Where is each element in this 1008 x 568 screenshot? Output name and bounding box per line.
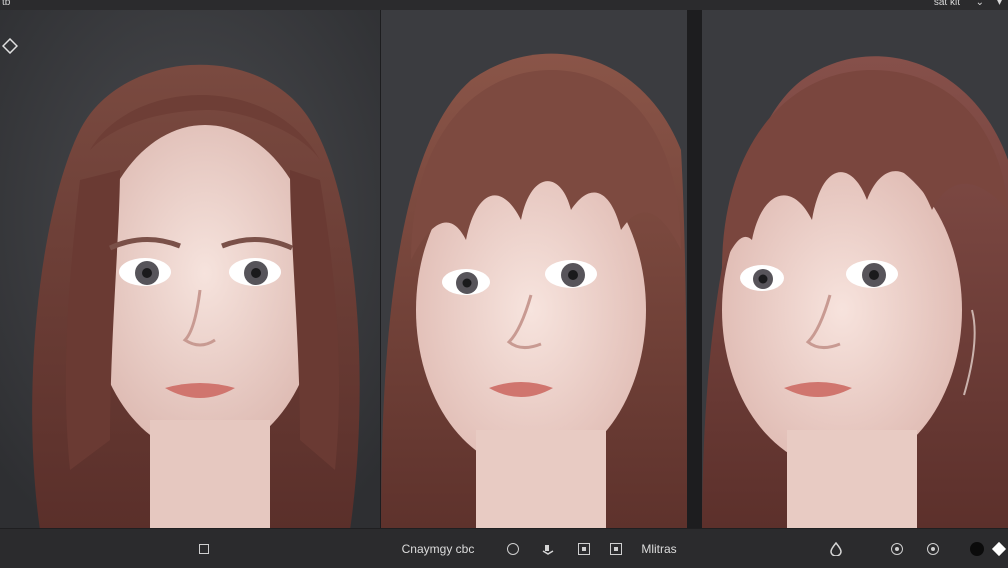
color-white-icon xyxy=(991,541,1007,556)
bottom-toolbar: Cnaymgy cbc Mlitras xyxy=(0,528,1008,568)
color-black-button[interactable] xyxy=(967,529,987,568)
portrait-image-2 xyxy=(381,10,687,528)
top-bar: tb sat kit ⌄ ▾ xyxy=(0,0,1008,10)
fill-dot-icon xyxy=(891,542,903,555)
left-caption: Cnaymgy cbc xyxy=(401,541,475,556)
portrait-image-1 xyxy=(0,10,380,528)
right-caption: Mlitras xyxy=(641,541,677,556)
right-caption-button[interactable]: Mlitras xyxy=(634,529,684,568)
pin-icon[interactable]: ▾ xyxy=(997,0,1002,8)
square-button[interactable] xyxy=(194,529,214,568)
diamond-outline-icon[interactable] xyxy=(2,38,18,54)
frame-button-2[interactable] xyxy=(606,529,626,568)
portrait-panel-1[interactable] xyxy=(0,10,380,528)
color-white-button[interactable] xyxy=(990,529,1008,568)
left-caption-button[interactable]: Cnaymgy cbc xyxy=(392,529,484,568)
fill-dot-icon xyxy=(927,542,939,555)
drop-icon xyxy=(830,541,842,556)
portrait-image-3 xyxy=(702,10,1008,528)
portrait-panel-3[interactable] xyxy=(702,10,1008,528)
square-outline-icon xyxy=(199,543,209,554)
frame-icon xyxy=(578,542,590,555)
circle-button[interactable] xyxy=(503,529,523,568)
panel-divider-2 xyxy=(687,10,702,528)
frame-button-1[interactable] xyxy=(574,529,594,568)
top-left-label[interactable]: tb xyxy=(2,0,10,8)
frame-icon xyxy=(610,542,622,555)
chevron-down-icon[interactable]: ⌄ xyxy=(976,0,984,8)
top-right-label[interactable]: sat kit xyxy=(934,0,960,8)
fill-button-2[interactable] xyxy=(923,529,943,568)
color-black-icon xyxy=(970,541,984,556)
layer-icon xyxy=(542,544,554,555)
fill-button-1[interactable] xyxy=(887,529,907,568)
drop-button[interactable] xyxy=(826,529,846,568)
circle-outline-icon xyxy=(507,542,519,555)
layer-button[interactable] xyxy=(538,529,558,568)
portrait-panel-2[interactable] xyxy=(381,10,687,528)
